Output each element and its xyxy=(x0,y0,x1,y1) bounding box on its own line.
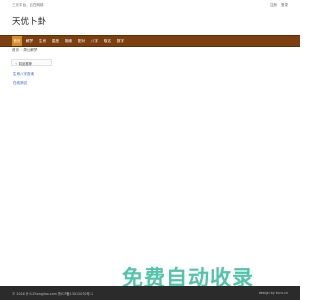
site-logo[interactable]: 天优卜卦 xyxy=(12,15,46,27)
footer-credit[interactable]: design by tucu.cn xyxy=(259,291,288,295)
nav-item-pairing[interactable]: 配对 xyxy=(76,36,87,46)
top-links: 注册 登录 xyxy=(267,3,288,8)
nav-item-zodiac[interactable]: 生肖 xyxy=(37,36,48,46)
panel-title: 精品推荐 xyxy=(18,62,32,67)
nav-item-naming[interactable]: 取名 xyxy=(102,36,113,46)
recommend-panel-header: ✧精品推荐 xyxy=(11,59,52,66)
footer: © 2016 什么Zhangjiao.com 鲁ICP备13012070号-1 … xyxy=(0,286,300,300)
breadcrumb-current: 周公解梦 xyxy=(23,48,38,52)
top-bar: 三元平台，云在网络 注册 登录 xyxy=(0,0,300,10)
recommend-link-2[interactable]: 在线测试 xyxy=(13,81,27,86)
nav-item-numbers[interactable]: 数字 xyxy=(115,36,126,46)
breadcrumb: 首页 › 周公解梦 xyxy=(12,48,37,53)
site-slogan: 三元平台，云在网络 xyxy=(12,3,44,7)
watermark-text: 免费自动收录 xyxy=(122,266,254,290)
footer-copyright: © 2016 什么Zhangjiao.com 鲁ICP备13012070号-1 xyxy=(12,292,94,296)
register-link[interactable]: 注册 xyxy=(270,3,277,7)
nav-item-bazi[interactable]: 八字 xyxy=(89,36,100,46)
login-link[interactable]: 登录 xyxy=(281,3,288,7)
nav-item-home[interactable]: 首页 xyxy=(12,36,22,46)
breadcrumb-separator: › xyxy=(20,48,22,52)
breadcrumb-home[interactable]: 首页 xyxy=(12,48,19,52)
nav-item-marriage[interactable]: 姻缘 xyxy=(63,36,74,46)
recommend-link-1[interactable]: 生肖八字查询 xyxy=(13,72,34,77)
main-nav: 首页 解梦 生肖 星座 姻缘 配对 八字 取名 数字 xyxy=(0,35,300,47)
star-icon: ✧ xyxy=(15,62,18,67)
nav-item-dream[interactable]: 解梦 xyxy=(24,36,35,46)
nav-item-constellation[interactable]: 星座 xyxy=(50,36,61,46)
